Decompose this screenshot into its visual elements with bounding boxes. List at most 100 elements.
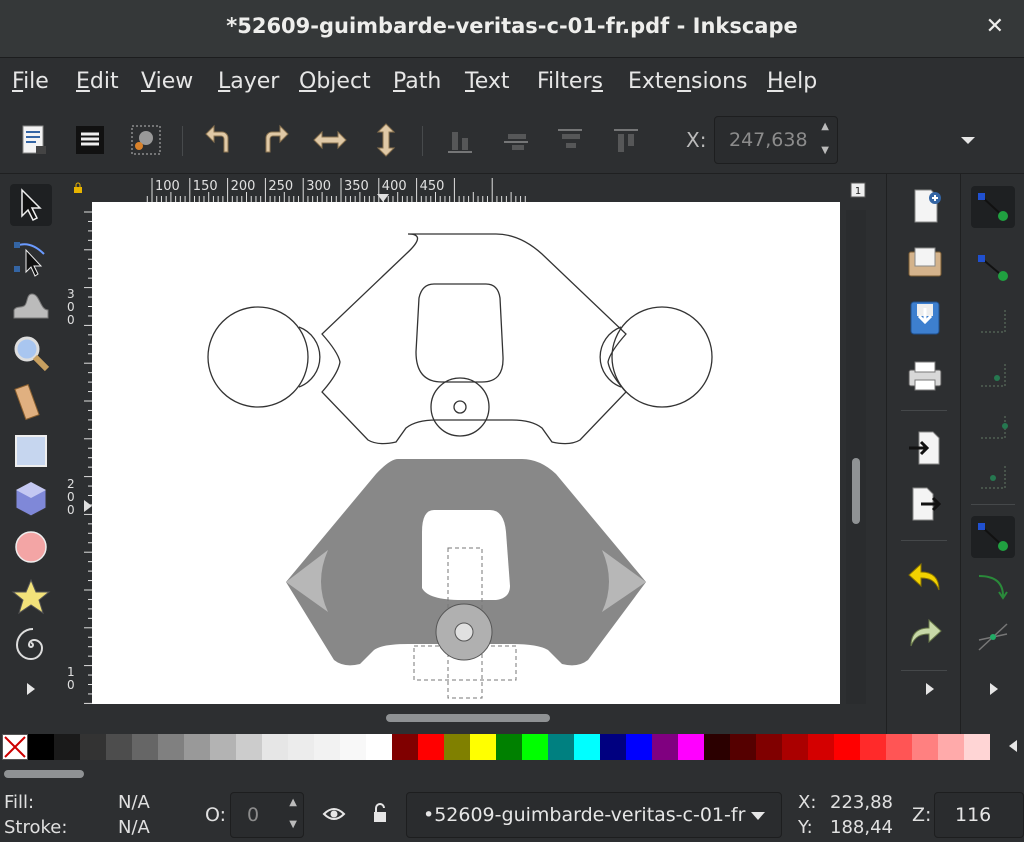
spin-up-icon[interactable]: ▲ xyxy=(821,121,829,132)
save-icon[interactable] xyxy=(905,298,945,338)
snap-bbox-icon[interactable] xyxy=(973,248,1013,288)
fill-value[interactable]: N/A xyxy=(118,792,150,813)
new-document-icon[interactable] xyxy=(905,186,945,226)
color-swatch[interactable] xyxy=(756,734,782,760)
rotate-cw-icon[interactable] xyxy=(256,122,292,158)
horizontal-scroll-thumb[interactable] xyxy=(386,714,550,722)
stroke-value[interactable]: N/A xyxy=(118,817,150,838)
menu-edit[interactable]: Edit xyxy=(76,69,119,94)
rectangle-tool[interactable] xyxy=(10,430,52,472)
color-swatch[interactable] xyxy=(54,734,80,760)
palette-menu-icon[interactable] xyxy=(1006,738,1020,754)
palette-scroll-thumb[interactable] xyxy=(4,770,84,778)
lock-icon[interactable] xyxy=(370,802,390,824)
snap-toggle-button[interactable] xyxy=(971,186,1015,228)
color-swatch[interactable] xyxy=(444,734,470,760)
color-swatch[interactable] xyxy=(938,734,964,760)
snap-more-icon[interactable] xyxy=(985,680,1003,698)
color-swatch[interactable] xyxy=(314,734,340,760)
import-icon[interactable] xyxy=(905,428,945,468)
color-swatch[interactable] xyxy=(964,734,990,760)
current-layer-dropdown[interactable]: •52609-guimbarde-veritas-c-01-fr xyxy=(406,792,782,838)
spin-up-icon[interactable]: ▲ xyxy=(289,797,297,808)
color-swatch[interactable] xyxy=(548,734,574,760)
ellipse-tool[interactable] xyxy=(10,526,52,568)
drawing-canvas[interactable] xyxy=(92,202,840,704)
color-swatch[interactable] xyxy=(678,734,704,760)
align-center-icon[interactable] xyxy=(498,122,534,158)
undo-icon[interactable] xyxy=(905,558,945,598)
menu-file[interactable]: File xyxy=(12,69,49,94)
xml-editor-icon[interactable] xyxy=(72,122,108,158)
color-swatch[interactable] xyxy=(184,734,210,760)
color-swatch[interactable] xyxy=(418,734,444,760)
commands-more-icon[interactable] xyxy=(921,680,939,698)
spin-down-icon[interactable]: ▼ xyxy=(289,819,297,830)
menu-help[interactable]: Help xyxy=(767,69,817,94)
raise-top-icon[interactable] xyxy=(608,122,644,158)
3d-box-tool[interactable] xyxy=(10,478,52,520)
color-swatch[interactable] xyxy=(808,734,834,760)
x-coordinate-value[interactable]: 247,638 xyxy=(729,129,808,151)
opacity-value[interactable]: 0 xyxy=(247,804,259,826)
menu-object[interactable]: Object xyxy=(299,69,371,94)
redo-icon[interactable] xyxy=(905,614,945,654)
snap-nodes-button[interactable] xyxy=(971,516,1015,558)
menu-path[interactable]: Path xyxy=(393,69,441,94)
color-swatch[interactable] xyxy=(80,734,106,760)
spin-down-icon[interactable]: ▼ xyxy=(821,145,829,156)
snap-bbox-midpoint-icon[interactable] xyxy=(973,408,1013,448)
guide-lock-icon[interactable] xyxy=(72,182,84,194)
vertical-scrollbar[interactable] xyxy=(846,210,866,704)
color-swatch[interactable] xyxy=(28,734,54,760)
zoom-tool[interactable] xyxy=(10,332,52,374)
menu-extensions[interactable]: Extensions xyxy=(628,69,748,94)
rotate-ccw-icon[interactable] xyxy=(202,122,238,158)
toolbox-more-icon[interactable] xyxy=(22,680,40,698)
close-icon[interactable]: ✕ xyxy=(986,14,1004,39)
star-tool[interactable] xyxy=(10,576,52,618)
chevron-down-icon[interactable] xyxy=(749,809,767,823)
snap-intersection-icon[interactable] xyxy=(973,616,1013,656)
snap-bbox-center-icon[interactable] xyxy=(973,458,1013,498)
snap-bbox-edge-icon[interactable] xyxy=(973,302,1013,342)
color-swatch[interactable] xyxy=(522,734,548,760)
color-swatch[interactable] xyxy=(574,734,600,760)
drawing[interactable] xyxy=(92,202,840,704)
print-icon[interactable] xyxy=(905,356,945,396)
color-swatch[interactable] xyxy=(392,734,418,760)
color-swatch[interactable] xyxy=(652,734,678,760)
color-swatch[interactable] xyxy=(496,734,522,760)
zoom-value[interactable]: 116 xyxy=(955,804,991,826)
color-swatch[interactable] xyxy=(106,734,132,760)
color-swatch[interactable] xyxy=(340,734,366,760)
snap-bbox-corner-icon[interactable] xyxy=(973,356,1013,396)
canvas-page-icon[interactable]: 1 xyxy=(850,182,866,198)
color-swatch[interactable] xyxy=(132,734,158,760)
selector-tool[interactable] xyxy=(10,184,52,226)
color-swatch[interactable] xyxy=(704,734,730,760)
object-properties-icon[interactable] xyxy=(128,122,164,158)
open-file-icon[interactable] xyxy=(905,242,945,282)
x-coordinate-spinbox[interactable]: 247,638 ▲ ▼ xyxy=(714,116,838,164)
menu-layer[interactable]: Layer xyxy=(218,69,279,94)
flip-horizontal-icon[interactable] xyxy=(312,122,348,158)
color-swatch[interactable] xyxy=(470,734,496,760)
color-swatch[interactable] xyxy=(834,734,860,760)
color-swatch[interactable] xyxy=(262,734,288,760)
no-paint-swatch[interactable] xyxy=(2,734,28,760)
measure-tool[interactable] xyxy=(10,380,52,422)
flip-vertical-icon[interactable] xyxy=(368,122,404,158)
eye-icon[interactable] xyxy=(322,804,346,824)
snap-path-icon[interactable] xyxy=(973,566,1013,606)
color-swatch[interactable] xyxy=(860,734,886,760)
color-swatch[interactable] xyxy=(366,734,392,760)
palette-scrollbar[interactable] xyxy=(0,762,1024,784)
node-tool[interactable] xyxy=(10,236,52,278)
color-swatch[interactable] xyxy=(626,734,652,760)
color-swatch[interactable] xyxy=(600,734,626,760)
menu-filters[interactable]: Filters xyxy=(537,69,603,94)
opacity-spinbox[interactable]: 0 ▲ ▼ xyxy=(230,792,304,838)
color-swatch[interactable] xyxy=(912,734,938,760)
align-bottom-icon[interactable] xyxy=(442,122,478,158)
